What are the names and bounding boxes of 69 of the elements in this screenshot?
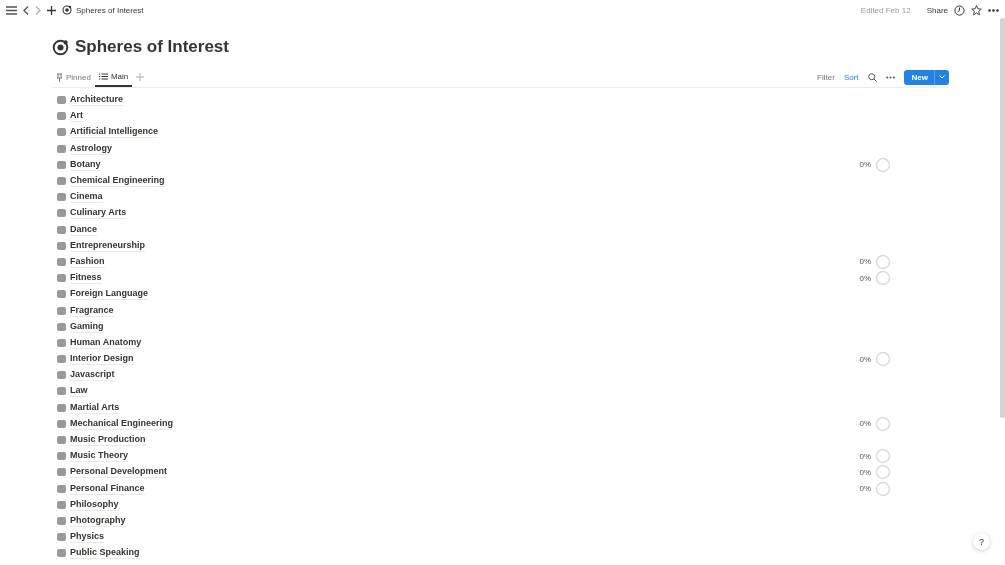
page-link[interactable]: Personal Finance	[70, 482, 145, 495]
page-link[interactable]: Mechanical Engineering	[70, 417, 174, 430]
page-link[interactable]: Art	[70, 110, 83, 123]
progress-reading: 0%	[859, 467, 871, 477]
progress-reading: 0%	[859, 419, 871, 429]
new-button[interactable]: New	[903, 69, 949, 85]
progress-ring	[875, 270, 891, 287]
progress-ring	[875, 480, 891, 497]
progress-reading: 0%	[859, 354, 871, 364]
page-link[interactable]: Fashion	[70, 255, 105, 268]
page-link[interactable]: Interior Design	[70, 353, 134, 366]
page-link[interactable]: Music Production	[70, 434, 146, 447]
page-link[interactable]: Entrepreneurship	[70, 239, 145, 252]
page-link[interactable]: Public Speaking	[70, 547, 140, 560]
view-tab[interactable]: Main	[94, 67, 133, 87]
edited-date: Edited Feb 12	[860, 5, 911, 15]
clock-icon[interactable]	[954, 4, 965, 16]
page-link[interactable]: Fragrance	[70, 304, 114, 317]
page-link[interactable]: Physics	[70, 531, 105, 544]
target-icon	[62, 5, 72, 15]
page-link[interactable]: Fitness	[70, 272, 102, 285]
star-icon[interactable]	[971, 4, 982, 16]
page-link[interactable]: Architecture	[70, 94, 123, 107]
list-icon	[98, 72, 108, 80]
page-link[interactable]: Artificial Intelligence	[70, 126, 159, 139]
share-link[interactable]: Share	[926, 5, 948, 15]
breadcrumb[interactable]: Spheres of Interest	[76, 5, 144, 15]
page-link[interactable]: Human Anatomy	[70, 336, 142, 349]
page-link[interactable]: Philosophy	[70, 498, 119, 511]
back-icon[interactable]	[23, 5, 29, 15]
page-link[interactable]: Dance	[70, 223, 97, 236]
page-link[interactable]: Gaming	[70, 320, 104, 333]
progress-reading: 0%	[859, 451, 871, 461]
page-link[interactable]: Culinary Arts	[70, 207, 127, 220]
page-link[interactable]: Chemical Engineering	[70, 175, 165, 188]
pin-icon	[56, 72, 63, 82]
chevron-icon	[939, 75, 945, 79]
page-link[interactable]: Photography	[70, 514, 126, 527]
progress-ring	[875, 415, 891, 432]
page-link[interactable]: Martial Arts	[70, 401, 120, 414]
target-icon	[52, 38, 69, 56]
more-icon[interactable]	[885, 75, 895, 79]
page-link[interactable]: Javascript	[70, 369, 115, 382]
page-link[interactable]: Astrology	[70, 142, 112, 155]
help-button[interactable]: ?	[973, 533, 990, 550]
scrollbar[interactable]	[1000, 18, 1005, 418]
add-icon[interactable]	[47, 5, 56, 15]
progress-reading: 0%	[859, 160, 871, 170]
page-title: Spheres of Interest	[75, 37, 229, 57]
sort-button[interactable]: Sort	[843, 72, 859, 82]
view-tab[interactable]: Pinned	[52, 67, 95, 87]
progress-ring	[875, 156, 891, 173]
progress-ring	[875, 253, 891, 270]
page-link[interactable]: Law	[70, 385, 88, 398]
progress-ring	[875, 464, 891, 481]
menu-icon[interactable]	[6, 5, 17, 15]
progress-reading: 0%	[859, 484, 871, 494]
filter-button[interactable]: Filter	[817, 72, 835, 82]
page-link[interactable]: Cinema	[70, 191, 103, 204]
search-icon[interactable]	[867, 72, 877, 82]
more-icon[interactable]	[988, 8, 999, 12]
page-link[interactable]: Foreign Language	[70, 288, 148, 301]
page-link[interactable]: Music Theory	[70, 450, 128, 463]
progress-ring	[875, 448, 891, 465]
progress-reading: 0%	[859, 273, 871, 283]
progress-reading: 0%	[859, 257, 871, 267]
page-link[interactable]: Botany	[70, 158, 101, 171]
progress-ring	[875, 351, 891, 368]
page-link[interactable]: Personal Development	[70, 466, 168, 479]
